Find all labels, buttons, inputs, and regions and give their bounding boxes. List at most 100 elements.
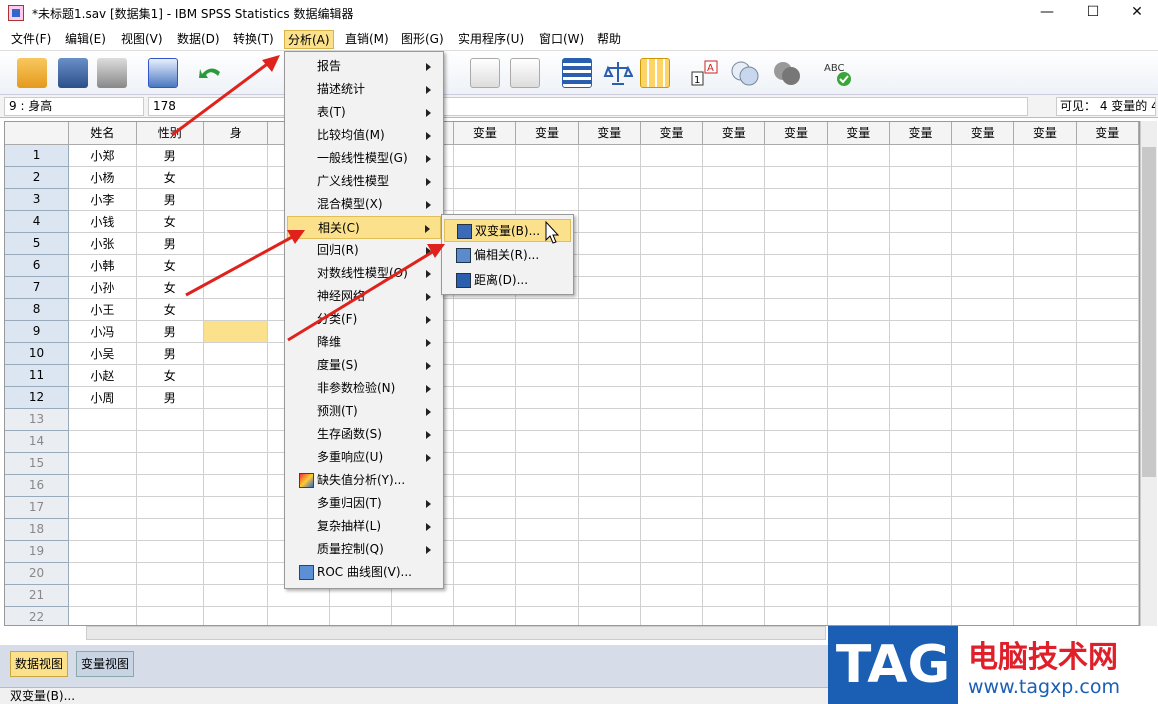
cell-empty[interactable] xyxy=(329,606,392,625)
cell-empty[interactable] xyxy=(515,144,579,167)
analyze-menu-item[interactable]: 多重响应(U) xyxy=(287,446,441,469)
analyze-menu-item[interactable]: 生存函数(S) xyxy=(287,423,441,446)
row-number[interactable]: 11 xyxy=(5,364,70,387)
cell-empty[interactable] xyxy=(453,540,517,563)
cell-empty[interactable] xyxy=(453,408,517,431)
cell-empty[interactable] xyxy=(764,320,828,343)
cell-empty[interactable] xyxy=(68,496,137,519)
cell-empty[interactable] xyxy=(827,298,890,321)
cell-name[interactable]: 小韩 xyxy=(68,254,137,277)
cell-empty[interactable] xyxy=(203,298,269,321)
cell-empty[interactable] xyxy=(764,386,828,409)
cell-empty[interactable] xyxy=(1076,496,1139,519)
cell-empty[interactable] xyxy=(889,254,953,277)
cell-empty[interactable] xyxy=(578,408,641,431)
analyze-menu-item[interactable]: 广义线性模型 xyxy=(287,170,441,193)
cell-empty[interactable] xyxy=(640,232,704,255)
cell-empty[interactable] xyxy=(640,210,704,233)
cell-empty[interactable] xyxy=(889,298,953,321)
row-number[interactable]: 14 xyxy=(5,430,70,453)
cell-empty[interactable] xyxy=(515,452,579,475)
cell-empty[interactable] xyxy=(827,342,890,365)
cell-empty[interactable] xyxy=(951,584,1015,607)
cell-sex[interactable]: 女 xyxy=(136,210,205,233)
cell-empty[interactable] xyxy=(68,474,137,497)
cell-sex[interactable]: 男 xyxy=(136,232,205,255)
cell-empty[interactable] xyxy=(1076,276,1139,299)
cell-empty[interactable] xyxy=(515,320,579,343)
cell-empty[interactable] xyxy=(68,518,137,541)
cell-empty[interactable] xyxy=(578,540,641,563)
cell-empty[interactable] xyxy=(640,540,704,563)
cell-empty[interactable] xyxy=(827,254,890,277)
row-number[interactable]: 18 xyxy=(5,518,70,541)
column-header[interactable]: 变量 xyxy=(578,122,641,145)
row-number[interactable]: 15 xyxy=(5,452,70,475)
cell-empty[interactable] xyxy=(764,452,828,475)
cell-empty[interactable] xyxy=(453,342,517,365)
cell-sex[interactable]: 女 xyxy=(136,276,205,299)
menu-bivariate[interactable]: 双变量(B)... xyxy=(444,219,571,242)
cell-empty[interactable] xyxy=(1013,584,1077,607)
cell-empty[interactable] xyxy=(136,496,205,519)
menu-utilities[interactable]: 实用程序(U) xyxy=(455,30,527,49)
analyze-menu-item[interactable]: 神经网络 xyxy=(287,285,441,308)
cell-empty[interactable] xyxy=(764,276,828,299)
cell-empty[interactable] xyxy=(702,320,766,343)
cell-empty[interactable] xyxy=(702,342,766,365)
cell-empty[interactable] xyxy=(1076,342,1139,365)
cell-empty[interactable] xyxy=(640,254,704,277)
cell-empty[interactable] xyxy=(827,430,890,453)
row-number[interactable]: 22 xyxy=(5,606,70,625)
cell-empty[interactable] xyxy=(889,518,953,541)
spell-check-icon[interactable]: ABC xyxy=(822,58,852,88)
cell-empty[interactable] xyxy=(1013,166,1077,189)
column-header[interactable]: 变量 xyxy=(640,122,704,145)
cell-empty[interactable] xyxy=(453,298,517,321)
cell-empty[interactable] xyxy=(951,562,1015,585)
cell-empty[interactable] xyxy=(1076,210,1139,233)
cell-empty[interactable] xyxy=(578,474,641,497)
cell-empty[interactable] xyxy=(1013,364,1077,387)
cell-empty[interactable] xyxy=(578,254,641,277)
cell-empty[interactable] xyxy=(764,606,828,625)
cell-empty[interactable] xyxy=(764,210,828,233)
cell-empty[interactable] xyxy=(827,452,890,475)
column-header[interactable]: 变量 xyxy=(889,122,953,145)
cell-empty[interactable] xyxy=(203,584,269,607)
cell-empty[interactable] xyxy=(578,430,641,453)
cell-empty[interactable] xyxy=(453,452,517,475)
cell-empty[interactable] xyxy=(68,562,137,585)
column-header[interactable]: 身 xyxy=(203,122,269,145)
cell-empty[interactable] xyxy=(1013,606,1077,625)
column-header[interactable]: 性别 xyxy=(136,122,205,145)
analyze-menu-item[interactable]: 对数线性模型(O) xyxy=(287,262,441,285)
cell-empty[interactable] xyxy=(1076,606,1139,625)
cell-empty[interactable] xyxy=(702,584,766,607)
cell-empty[interactable] xyxy=(515,430,579,453)
row-number[interactable]: 12 xyxy=(5,386,70,409)
cell-empty[interactable] xyxy=(1013,232,1077,255)
analyze-menu-item[interactable]: 多重归因(T) xyxy=(287,492,441,515)
cell-empty[interactable] xyxy=(68,408,137,431)
cell-empty[interactable] xyxy=(578,166,641,189)
cell-empty[interactable] xyxy=(702,276,766,299)
cell-empty[interactable] xyxy=(951,188,1015,211)
cell-empty[interactable] xyxy=(640,320,704,343)
cell-empty[interactable] xyxy=(951,166,1015,189)
cell-empty[interactable] xyxy=(640,386,704,409)
cell-empty[interactable] xyxy=(578,584,641,607)
column-header[interactable]: 变量 xyxy=(1076,122,1139,145)
cell-name[interactable]: 小赵 xyxy=(68,364,137,387)
cell-empty[interactable] xyxy=(203,276,269,299)
cell-empty[interactable] xyxy=(203,364,269,387)
row-number[interactable]: 4 xyxy=(5,210,70,233)
cell-empty[interactable] xyxy=(578,386,641,409)
cell-empty[interactable] xyxy=(827,188,890,211)
menu-analyze[interactable]: 分析(A) xyxy=(284,30,334,49)
cell-empty[interactable] xyxy=(453,496,517,519)
cell-empty[interactable] xyxy=(640,166,704,189)
cell-sex[interactable]: 男 xyxy=(136,386,205,409)
menu-graphs[interactable]: 图形(G) xyxy=(398,30,447,49)
column-header[interactable]: 变量 xyxy=(702,122,766,145)
